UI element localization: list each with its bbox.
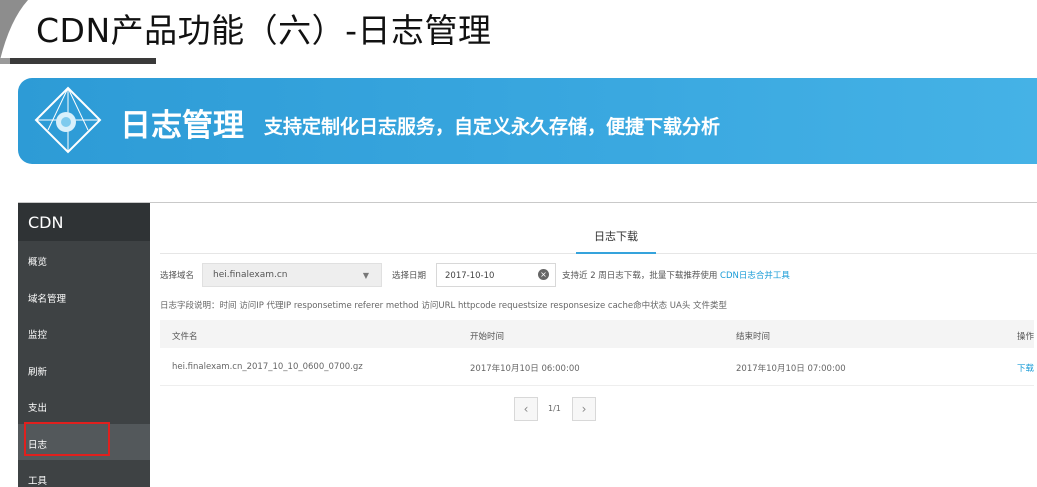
table-header: 文件名 开始时间 结束时间 操作	[160, 320, 1034, 348]
sidebar-brand: CDN	[18, 203, 150, 241]
log-table: 文件名 开始时间 结束时间 操作 hei.finalexam.cn_2017_1…	[160, 320, 1034, 386]
sidebar-item-overview[interactable]: 概览	[18, 241, 150, 278]
banner-title: 日志管理	[120, 108, 244, 144]
domain-label: 选择域名	[160, 271, 195, 281]
chevron-left-icon: ‹	[523, 402, 529, 416]
slide-corner-decoration	[0, 0, 28, 60]
log-fields-description: 日志字段说明：时间 访问IP 代理IP responsetime referer…	[160, 301, 728, 311]
header-action: 操作	[1016, 332, 1034, 342]
next-page-button[interactable]: ›	[572, 397, 596, 421]
tab-log-download[interactable]: 日志下载	[576, 228, 656, 254]
download-note: 支持近 2 周日志下载，批量下载推荐使用 CDN日志合并工具	[562, 269, 790, 281]
date-label: 选择日期	[392, 271, 427, 281]
domain-select[interactable]: hei.finalexam.cn ▼	[202, 263, 382, 287]
prev-page-button[interactable]: ‹	[514, 397, 538, 421]
table-row: hei.finalexam.cn_2017_10_10_0600_0700.gz…	[160, 348, 1034, 386]
sidebar-item-domains[interactable]: 域名管理	[18, 278, 150, 315]
cell-start-time: 2017年10月10日 06:00:00	[470, 364, 580, 374]
slide-title: CDN产品功能（六）-日志管理	[36, 11, 492, 50]
sidebar-item-tools[interactable]: 工具	[18, 460, 150, 487]
header-end-time: 结束时间	[736, 332, 771, 342]
diamond-eye-icon	[34, 86, 102, 154]
chevron-down-icon: ▼	[362, 271, 369, 280]
main-panel: 日志下载 选择域名 hei.finalexam.cn ▼ 选择日期 2017-1…	[150, 203, 1037, 487]
chevron-right-icon: ›	[581, 402, 587, 416]
highlight-box	[24, 422, 110, 456]
sidebar-item-refresh[interactable]: 刷新	[18, 351, 150, 388]
clear-icon[interactable]: ×	[538, 269, 549, 280]
sidebar-item-billing[interactable]: 支出	[18, 387, 150, 424]
banner-subtitle: 支持定制化日志服务，自定义永久存储，便捷下载分析	[264, 116, 721, 138]
sidebar-item-monitor[interactable]: 监控	[18, 314, 150, 351]
tab-bar: 日志下载	[160, 218, 1037, 254]
merge-tool-link[interactable]: CDN日志合并工具	[720, 271, 790, 281]
sidebar: CDN 概览 域名管理 监控 刷新 支出 日志 工具	[18, 203, 150, 487]
download-note-text: 支持近 2 周日志下载，批量下载推荐使用	[562, 271, 721, 281]
filter-row: 选择域名 hei.finalexam.cn ▼ 选择日期 2017-10-10 …	[160, 261, 1037, 287]
cell-filename: hei.finalexam.cn_2017_10_10_0600_0700.gz	[172, 362, 363, 372]
header-start-time: 开始时间	[470, 332, 505, 342]
cell-end-time: 2017年10月10日 07:00:00	[736, 364, 846, 374]
date-input-value: 2017-10-10	[445, 271, 495, 281]
title-underline	[0, 58, 156, 64]
page-indicator: 1/1	[548, 404, 561, 413]
feature-banner: 日志管理 支持定制化日志服务，自定义永久存储，便捷下载分析	[18, 78, 1037, 164]
domain-select-value: hei.finalexam.cn	[213, 270, 288, 280]
header-filename: 文件名	[172, 332, 198, 342]
cdn-console: CDN 概览 域名管理 监控 刷新 支出 日志 工具 日志下载 选择域名 hei…	[18, 202, 1037, 487]
download-link[interactable]: 下载	[1017, 362, 1034, 374]
